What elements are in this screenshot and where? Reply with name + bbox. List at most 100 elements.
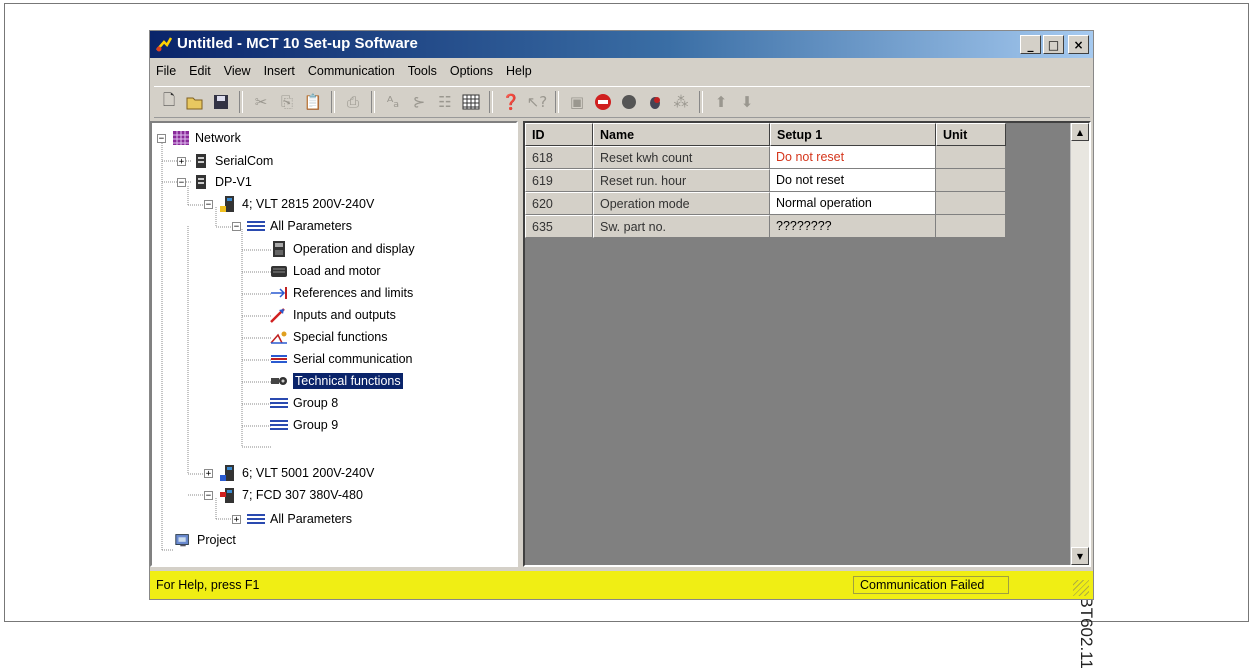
table-row[interactable]: 635 Sw. part no. ???????? <box>525 215 1006 238</box>
collapse-icon[interactable]: − <box>157 133 166 143</box>
cell-id: 618 <box>525 146 593 169</box>
cell-setup1[interactable]: Normal operation <box>770 192 936 215</box>
tree-label: 4; VLT 2815 200V-240V <box>242 197 375 211</box>
tree-label: 6; VLT 5001 200V-240V <box>242 466 375 480</box>
cell-id: 635 <box>525 215 593 238</box>
collapse-icon[interactable]: − <box>177 177 186 187</box>
scroll-up-icon[interactable]: ▲ <box>1071 123 1089 141</box>
tree-group-operation-display[interactable]: Operation and display <box>270 239 415 259</box>
drive-icon <box>219 465 237 481</box>
tree-group-special-functions[interactable]: Special functions <box>270 327 388 347</box>
cell-setup1[interactable]: Do not reset <box>770 146 936 169</box>
technical-functions-icon <box>270 373 288 389</box>
scroll-down-icon[interactable]: ▼ <box>1071 547 1089 565</box>
tree-serialcom[interactable]: + SerialCom <box>177 151 273 171</box>
table-icon[interactable] <box>460 91 482 113</box>
context-help-icon[interactable]: ↖? <box>526 91 548 113</box>
grid-icon[interactable]: ☷ <box>434 91 456 113</box>
vertical-scrollbar[interactable]: ▲ ▼ <box>1070 123 1089 565</box>
font-icon[interactable]: ᴬₐ <box>382 91 404 113</box>
collapse-icon[interactable]: − <box>232 221 241 231</box>
col-header-setup1[interactable]: Setup 1 <box>770 123 936 146</box>
table-row[interactable]: 618 Reset kwh count Do not reset <box>525 146 1006 169</box>
scan-icon[interactable]: ⁂ <box>670 91 692 113</box>
resize-grip-icon[interactable] <box>1073 580 1089 596</box>
down-arrow-icon[interactable]: ⬇ <box>736 91 758 113</box>
tree-dpv1[interactable]: − DP-V1 <box>177 172 252 192</box>
minimize-button[interactable]: _ <box>1020 35 1041 54</box>
tree-label: All Parameters <box>270 219 352 233</box>
help-icon[interactable]: ❓ <box>500 91 522 113</box>
connect-icon[interactable]: ⊱ <box>408 91 430 113</box>
tree-label: Serial communication <box>293 352 413 366</box>
toolbar-separator <box>489 91 493 113</box>
collapse-icon[interactable]: − <box>204 199 213 209</box>
tree-label: Inputs and outputs <box>293 308 396 322</box>
open-icon[interactable] <box>184 91 206 113</box>
tree-all-parameters-fcd[interactable]: + All Parameters <box>232 509 352 529</box>
tree-group-load-motor[interactable]: Load and motor <box>270 261 381 281</box>
expand-icon[interactable]: + <box>232 514 241 524</box>
col-header-id[interactable]: ID <box>525 123 593 146</box>
tree-network[interactable]: − Network <box>157 128 241 148</box>
tree-group-serial-communication[interactable]: Serial communication <box>270 349 413 369</box>
cell-unit <box>936 215 1006 238</box>
stop-icon[interactable] <box>592 91 614 113</box>
expand-icon[interactable]: + <box>177 156 186 166</box>
save-icon[interactable] <box>210 91 232 113</box>
cell-setup1[interactable]: Do not reset <box>770 169 936 192</box>
collapse-icon[interactable]: − <box>204 490 213 500</box>
close-button[interactable]: × <box>1068 35 1089 54</box>
tree-fcd307[interactable]: − 7; FCD 307 380V-480 <box>204 485 363 505</box>
record-icon[interactable] <box>618 91 640 113</box>
menu-options[interactable]: Options <box>450 64 493 78</box>
menu-tools[interactable]: Tools <box>408 64 437 78</box>
table-row[interactable]: 620 Operation mode Normal operation <box>525 192 1006 215</box>
parameter-list-icon <box>270 417 288 433</box>
tree-group-inputs-outputs[interactable]: Inputs and outputs <box>270 305 396 325</box>
serial-comm-icon <box>270 351 288 367</box>
tree-group-9[interactable]: Group 9 <box>270 415 338 435</box>
menu-help[interactable]: Help <box>506 64 532 78</box>
tree-label: Special functions <box>293 330 388 344</box>
new-icon[interactable]: 🗋 <box>158 91 180 113</box>
tree-group-technical-functions[interactable]: Technical functions <box>270 371 403 391</box>
title-bar[interactable]: Untitled - MCT 10 Set-up Software _ □ × <box>150 31 1093 58</box>
tree-project[interactable]: Project <box>174 530 236 550</box>
tree-label: DP-V1 <box>215 175 252 189</box>
status-bar: For Help, press F1 Communication Failed <box>150 571 1093 599</box>
tree-label: Operation and display <box>293 242 415 256</box>
cell-setup1: ???????? <box>770 215 936 238</box>
menu-file[interactable]: File <box>156 64 176 78</box>
expand-icon[interactable]: + <box>204 468 213 478</box>
table-row[interactable]: 619 Reset run. hour Do not reset <box>525 169 1006 192</box>
tree-group-8[interactable]: Group 8 <box>270 393 338 413</box>
up-arrow-icon[interactable]: ⬆ <box>710 91 732 113</box>
menu-edit[interactable]: Edit <box>189 64 211 78</box>
tree-vlt5001[interactable]: + 6; VLT 5001 200V-240V <box>204 463 374 483</box>
maximize-button[interactable]: □ <box>1043 35 1064 54</box>
menu-view[interactable]: View <box>224 64 251 78</box>
tree-label: Network <box>195 131 241 145</box>
device-icon[interactable]: ▣ <box>566 91 588 113</box>
print-icon[interactable]: ⎙ <box>342 91 364 113</box>
cut-icon[interactable]: ✂ <box>250 91 272 113</box>
tree-all-parameters[interactable]: − All Parameters <box>232 216 352 236</box>
motor-icon <box>270 263 288 279</box>
parameter-list-icon <box>247 218 265 234</box>
tree-label: 7; FCD 307 380V-480 <box>242 488 363 502</box>
bug-icon[interactable] <box>644 91 666 113</box>
tree-group-references-limits[interactable]: References and limits <box>270 283 413 303</box>
copy-icon[interactable]: ⎘ <box>276 91 298 113</box>
menu-communication[interactable]: Communication <box>308 64 395 78</box>
cell-name: Sw. part no. <box>593 215 770 238</box>
io-icon <box>270 307 288 323</box>
paste-icon[interactable]: 📋 <box>302 91 324 113</box>
tree-vlt2815[interactable]: − 4; VLT 2815 200V-240V <box>204 194 374 214</box>
toolbar-separator <box>239 91 243 113</box>
tree-label: SerialCom <box>215 154 274 168</box>
col-header-name[interactable]: Name <box>593 123 770 146</box>
col-header-unit[interactable]: Unit <box>936 123 1006 146</box>
menu-insert[interactable]: Insert <box>264 64 295 78</box>
tree-label-selected: Technical functions <box>293 373 403 389</box>
